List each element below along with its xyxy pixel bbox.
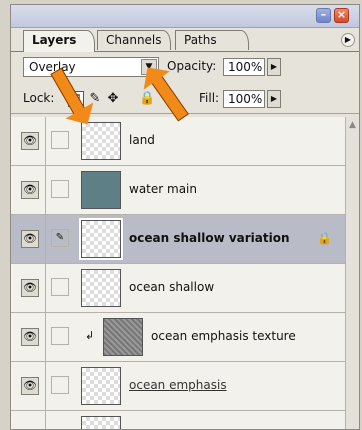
opacity-field[interactable]: 100%: [223, 58, 265, 76]
eye-icon[interactable]: 👁: [21, 181, 39, 199]
layer-name: water main: [129, 182, 197, 196]
link-cell[interactable]: [51, 376, 69, 394]
scroll-up-icon[interactable]: ▲: [346, 120, 359, 133]
link-cell[interactable]: [51, 278, 69, 296]
layer-thumbnail: [81, 416, 121, 429]
tab-paths[interactable]: Paths: [175, 30, 249, 50]
close-icon[interactable]: ×: [334, 8, 349, 23]
visibility-cell: [11, 411, 46, 429]
padlock-icon[interactable]: 🔒: [139, 91, 155, 107]
visibility-cell: 👁: [11, 117, 46, 165]
layer-name: ocean shallow variation: [129, 231, 290, 245]
clipping-arrow-icon: ↲: [85, 329, 95, 342]
visibility-cell: 👁: [11, 313, 46, 361]
brush-icon[interactable]: ✎: [51, 229, 69, 247]
opacity-slider-button[interactable]: ▶: [267, 58, 281, 76]
tab-channels[interactable]: Channels: [97, 30, 171, 50]
visibility-cell: 👁: [11, 264, 46, 312]
layer-row[interactable]: [11, 411, 345, 429]
tab-layers[interactable]: Layers: [23, 30, 95, 52]
layer-row-selected[interactable]: 👁 ✎ ocean shallow variation 🔒: [11, 215, 345, 264]
palette-tabs: Layers Channels Paths ▶: [11, 27, 359, 52]
fill-label: Fill:: [199, 91, 220, 105]
link-cell[interactable]: [51, 131, 69, 149]
minimize-icon[interactable]: –: [316, 8, 331, 23]
fill-field[interactable]: 100%: [223, 90, 265, 108]
visibility-cell: 👁: [11, 166, 46, 214]
layer-row[interactable]: 👁 land: [11, 117, 345, 166]
layer-thumbnail: [81, 122, 121, 160]
eye-icon[interactable]: 👁: [21, 328, 39, 346]
palette-titlebar: – ×: [11, 5, 359, 28]
layer-name: land: [129, 133, 155, 147]
layer-list: 👁 land 👁 water main 👁 ✎ ocean shallow va…: [11, 117, 359, 429]
layer-name: ocean emphasis texture: [151, 329, 296, 343]
palette-menu-icon[interactable]: ▶: [341, 33, 355, 47]
layer-name: ocean emphasis: [129, 378, 227, 392]
layer-row[interactable]: 👁 water main: [11, 166, 345, 215]
eye-icon[interactable]: 👁: [21, 230, 39, 248]
layers-palette: – × Layers Channels Paths ▶ Overlay ▼ Op…: [10, 4, 360, 430]
layer-row[interactable]: 👁 ↲ ocean emphasis texture: [11, 313, 345, 362]
layer-thumbnail: [81, 269, 121, 307]
opacity-label: Opacity:: [167, 59, 217, 73]
layer-thumbnail: [79, 218, 123, 260]
layer-thumbnail: [81, 171, 121, 209]
layer-row[interactable]: 👁 ocean shallow: [11, 264, 345, 313]
scrollbar[interactable]: ▲: [345, 117, 359, 429]
move-icon[interactable]: ✥: [105, 91, 121, 107]
fill-slider-button[interactable]: ▶: [267, 90, 281, 108]
eye-icon[interactable]: 👁: [21, 132, 39, 150]
eye-icon[interactable]: 👁: [21, 377, 39, 395]
visibility-cell: 👁: [11, 362, 46, 410]
lock-label: Lock:: [23, 91, 55, 105]
link-cell[interactable]: [51, 180, 69, 198]
layer-row[interactable]: 👁 ocean emphasis: [11, 362, 345, 411]
layer-thumbnail: [81, 367, 121, 405]
padlock-icon: 🔒: [317, 231, 332, 245]
visibility-cell: 👁: [11, 215, 46, 263]
layer-name: ocean shallow: [129, 280, 215, 294]
link-cell[interactable]: [51, 327, 69, 345]
layer-thumbnail: [103, 318, 143, 356]
eye-icon[interactable]: 👁: [21, 279, 39, 297]
